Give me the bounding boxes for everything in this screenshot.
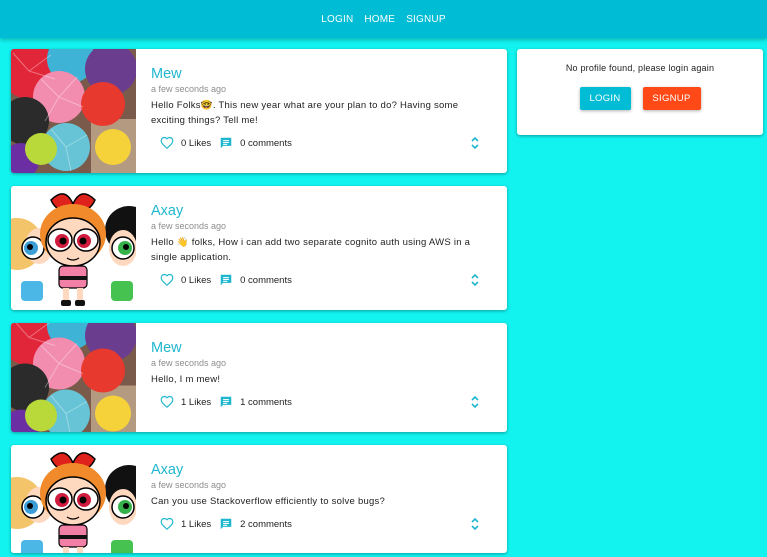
profile-card: No profile found, please login again LOG… (517, 49, 763, 135)
nav-home-link[interactable]: HOME (364, 14, 395, 25)
post-body: Hello, I m mew! (151, 374, 221, 385)
unfold-more-icon[interactable] (469, 135, 481, 151)
post-image (11, 186, 136, 310)
comment-count: 1 comments (240, 396, 292, 408)
comments-button[interactable]: 0 comments (219, 136, 292, 150)
post-actions: 1 Likes 2 comments (151, 516, 507, 532)
like-button[interactable]: 1 Likes (160, 395, 211, 409)
post-card: Mew a few seconds ago Hello Folks🤓. This… (11, 49, 507, 173)
heart-outline-icon (160, 136, 174, 150)
post-feed: Mew a few seconds ago Hello Folks🤓. This… (11, 49, 507, 557)
post-body: Can you use Stackoverflow efficiently to… (151, 496, 386, 507)
post-author[interactable]: Axay (151, 461, 507, 479)
post-author[interactable]: Mew (151, 65, 507, 83)
heart-outline-icon (160, 273, 174, 287)
profile-actions: LOGIN SIGNUP (517, 87, 763, 110)
comment-icon (220, 396, 232, 408)
post-card: Mew a few seconds ago Hello, I m mew! 1 … (11, 323, 507, 432)
post-card: Axay a few seconds ago Can you use Stack… (11, 445, 507, 553)
post-author[interactable]: Mew (151, 339, 507, 357)
post-image (11, 323, 136, 432)
post-timestamp: a few seconds ago (151, 480, 227, 490)
post-timestamp: a few seconds ago (151, 221, 227, 231)
like-button[interactable]: 1 Likes (160, 517, 211, 531)
post-author[interactable]: Axay (151, 202, 507, 220)
comments-button[interactable]: 0 comments (219, 273, 292, 287)
like-count: 0 Likes (181, 274, 212, 286)
login-button[interactable]: LOGIN (579, 87, 631, 110)
comments-button[interactable]: 2 comments (219, 517, 292, 531)
heart-outline-icon (160, 517, 174, 531)
post-body: Hello 👋 folks, How i can add two separat… (151, 237, 471, 263)
post-body: Hello Folks🤓. This new year what are you… (151, 100, 459, 126)
unfold-more-icon[interactable] (469, 272, 481, 288)
unfold-more-icon[interactable] (469, 394, 481, 410)
unfold-more-icon[interactable] (469, 516, 481, 532)
post-timestamp: a few seconds ago (151, 358, 227, 368)
post-actions: 0 Likes 0 comments (151, 135, 507, 151)
post-actions: 0 Likes 0 comments (151, 272, 507, 288)
nav-login-link[interactable]: LOGIN (321, 14, 353, 25)
like-count: 1 Likes (181, 518, 212, 530)
comment-icon (220, 274, 232, 286)
top-navbar: LOGIN HOME SIGNUP (0, 0, 767, 38)
like-count: 1 Likes (181, 396, 212, 408)
post-image (11, 445, 136, 553)
signup-button[interactable]: SIGNUP (642, 87, 701, 110)
comment-count: 2 comments (240, 518, 292, 530)
comment-count: 0 comments (240, 137, 292, 149)
comment-icon (220, 518, 232, 530)
nav-signup-link[interactable]: SIGNUP (406, 14, 446, 25)
post-actions: 1 Likes 1 comments (151, 394, 507, 410)
like-count: 0 Likes (181, 137, 212, 149)
comment-count: 0 comments (240, 274, 292, 286)
post-image (11, 49, 136, 173)
comment-icon (220, 137, 232, 149)
heart-outline-icon (160, 395, 174, 409)
post-timestamp: a few seconds ago (151, 84, 227, 94)
profile-message: No profile found, please login again (565, 63, 715, 73)
post-card: Axay a few seconds ago Hello 👋 folks, Ho… (11, 186, 507, 310)
like-button[interactable]: 0 Likes (160, 273, 211, 287)
like-button[interactable]: 0 Likes (160, 136, 211, 150)
comments-button[interactable]: 1 comments (219, 395, 292, 409)
